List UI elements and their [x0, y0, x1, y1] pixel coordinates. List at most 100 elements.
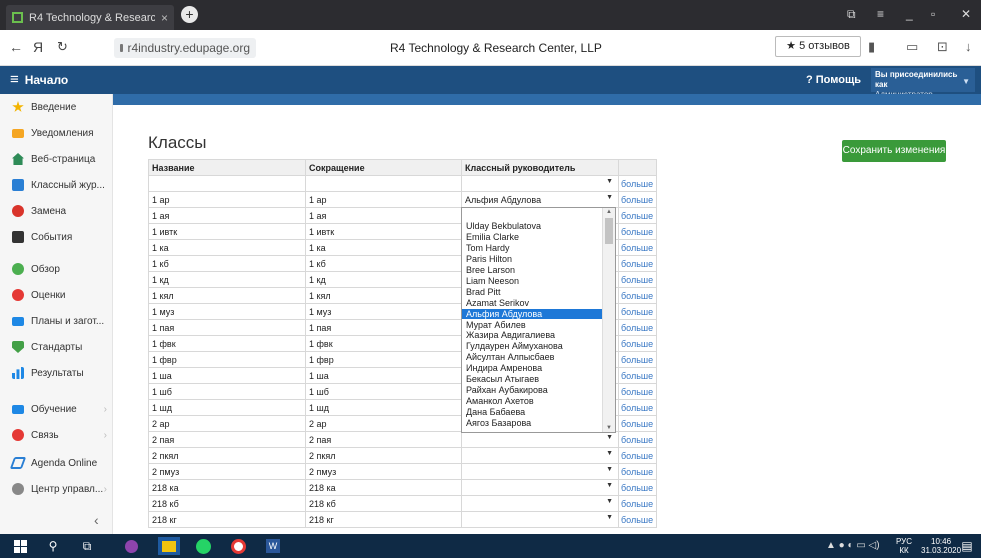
class-name-cell[interactable]: 1 ивтк: [148, 223, 306, 240]
word-icon[interactable]: W: [262, 537, 284, 555]
class-name-cell[interactable]: 1 кд: [148, 271, 306, 288]
class-short-cell[interactable]: 218 кб: [305, 495, 462, 512]
more-link[interactable]: больше: [617, 383, 658, 400]
windows-start-icon[interactable]: [9, 537, 31, 555]
browser-menu-icon[interactable]: ≡: [877, 7, 884, 21]
more-link[interactable]: больше: [617, 223, 658, 240]
sidebar-item-substitution[interactable]: Замена: [0, 200, 113, 222]
class-short-cell[interactable]: 1 ар: [305, 191, 462, 208]
app-circle-icon[interactable]: [120, 537, 142, 555]
class-name-cell[interactable]: 1 кб: [148, 255, 306, 272]
sidebar-item-notifications[interactable]: Уведомления: [0, 122, 113, 144]
home-menu-button[interactable]: ≡ Начало: [10, 71, 68, 88]
language-indicator[interactable]: РУС КК: [896, 537, 912, 555]
teacher-select[interactable]: ▼: [461, 495, 619, 512]
sidebar-item-results[interactable]: Результаты: [0, 362, 113, 384]
more-link[interactable]: больше: [617, 415, 658, 432]
class-short-cell[interactable]: 218 ка: [305, 479, 462, 496]
more-link[interactable]: больше: [617, 287, 658, 304]
dropdown-option[interactable]: Paris Hilton: [462, 254, 602, 264]
dropdown-option[interactable]: Ulday Bekbulatova: [462, 221, 602, 231]
whatsapp-icon[interactable]: [192, 537, 214, 555]
class-short-cell[interactable]: 1 шд: [305, 399, 462, 416]
dropdown-option[interactable]: [462, 210, 602, 220]
teacher-select[interactable]: ▼: [461, 479, 619, 496]
class-short-cell[interactable]: 1 кб: [305, 255, 462, 272]
class-name-cell[interactable]: 2 пая: [148, 431, 306, 448]
class-short-cell[interactable]: 2 пая: [305, 431, 462, 448]
more-link[interactable]: больше: [617, 335, 658, 352]
close-window-icon[interactable]: ✕: [961, 7, 971, 21]
more-link[interactable]: больше: [617, 447, 658, 464]
dropdown-option[interactable]: Аягоз Базарова: [462, 418, 602, 428]
class-short-cell[interactable]: 1 кд: [305, 271, 462, 288]
more-link[interactable]: больше: [617, 207, 658, 224]
teacher-select[interactable]: ▼: [461, 463, 619, 480]
sidebar-item-plans[interactable]: Планы и загот...: [0, 310, 113, 332]
class-name-cell[interactable]: 1 фвр: [148, 351, 306, 368]
dropdown-option[interactable]: Айсултан Алпысбаев: [462, 352, 602, 362]
dropdown-option[interactable]: Мурат Абилев: [462, 320, 602, 330]
more-link[interactable]: больше: [617, 271, 658, 288]
teacher-select[interactable]: ▼: [461, 447, 619, 464]
reviews-button[interactable]: ★ 5 отзывов: [775, 36, 861, 57]
class-short-cell[interactable]: 1 шб: [305, 383, 462, 400]
more-link[interactable]: больше: [617, 367, 658, 384]
more-link[interactable]: больше: [617, 495, 658, 512]
sidebar-toggle-icon[interactable]: ▭: [906, 39, 918, 55]
dropdown-option[interactable]: Жазира Авдигалиева: [462, 330, 602, 340]
more-link[interactable]: больше: [617, 399, 658, 416]
minimize-icon[interactable]: _: [906, 7, 913, 21]
sidebar-item-grades[interactable]: Оценки: [0, 284, 113, 306]
class-name-cell[interactable]: [148, 175, 306, 192]
scroll-up-icon[interactable]: ▲: [606, 209, 612, 215]
more-link[interactable]: больше: [617, 319, 658, 336]
dropdown-option[interactable]: Дана Бабаева: [462, 407, 602, 417]
extensions-icon[interactable]: ⊡: [937, 39, 948, 55]
more-link[interactable]: больше: [617, 479, 658, 496]
class-name-cell[interactable]: 1 кял: [148, 287, 306, 304]
dropdown-option[interactable]: Azamat Serikov: [462, 298, 602, 308]
sidebar-item-webpage[interactable]: Веб-страница: [0, 148, 113, 170]
sidebar-item-communication[interactable]: Связь ›: [0, 424, 113, 446]
teacher-select[interactable]: ▼: [461, 175, 619, 192]
sidebar-item-control-center[interactable]: Центр управл... ›: [0, 478, 113, 500]
file-explorer-icon[interactable]: [158, 537, 180, 555]
system-tray-icons[interactable]: ▲ ● ◐ ▭ ◁): [826, 540, 880, 551]
bookmark-icon[interactable]: ▮: [868, 39, 875, 55]
class-name-cell[interactable]: 1 муз: [148, 303, 306, 320]
user-menu[interactable]: Вы присоединились как Администратор ▼: [871, 68, 975, 99]
class-short-cell[interactable]: 1 кял: [305, 287, 462, 304]
new-tab-button[interactable]: +: [181, 6, 198, 23]
scroll-down-icon[interactable]: ▼: [606, 425, 612, 431]
class-name-cell[interactable]: 218 кб: [148, 495, 306, 512]
download-icon[interactable]: ↓: [965, 39, 972, 54]
sidebar-item-events[interactable]: События: [0, 226, 113, 248]
bookmarks-icon[interactable]: ⧉: [847, 7, 856, 22]
class-name-cell[interactable]: 1 фвк: [148, 335, 306, 352]
dropdown-option[interactable]: Аманкол Ахетов: [462, 396, 602, 406]
class-short-cell[interactable]: 1 ша: [305, 367, 462, 384]
back-icon[interactable]: ←: [9, 39, 23, 55]
class-short-cell[interactable]: 1 ивтк: [305, 223, 462, 240]
class-name-cell[interactable]: 2 пкял: [148, 447, 306, 464]
dropdown-option[interactable]: Индира Амренова: [462, 363, 602, 373]
teacher-dropdown-list[interactable]: ▲ ▼ Ulday Bekbulatova Emilia Clarke Tom Ha…: [461, 207, 616, 433]
class-name-cell[interactable]: 1 ша: [148, 367, 306, 384]
restore-icon[interactable]: ▫: [931, 7, 935, 21]
more-link[interactable]: больше: [617, 431, 658, 448]
task-view-icon[interactable]: ⧉: [76, 537, 98, 555]
class-name-cell[interactable]: 1 ка: [148, 239, 306, 256]
class-short-cell[interactable]: 218 кг: [305, 511, 462, 528]
sidebar-item-learning[interactable]: Обучение ›: [0, 398, 113, 420]
dropdown-option[interactable]: Bree Larson: [462, 265, 602, 275]
class-short-cell[interactable]: 2 пкял: [305, 447, 462, 464]
class-name-cell[interactable]: 1 ая: [148, 207, 306, 224]
dropdown-option[interactable]: Райхан Аубакирова: [462, 385, 602, 395]
dropdown-option[interactable]: Liam Neeson: [462, 276, 602, 286]
more-link[interactable]: больше: [617, 351, 658, 368]
teacher-select[interactable]: ▼: [461, 511, 619, 528]
class-short-cell[interactable]: 1 фвр: [305, 351, 462, 368]
search-icon[interactable]: ⚲: [42, 537, 64, 555]
class-short-cell[interactable]: 2 пмуз: [305, 463, 462, 480]
